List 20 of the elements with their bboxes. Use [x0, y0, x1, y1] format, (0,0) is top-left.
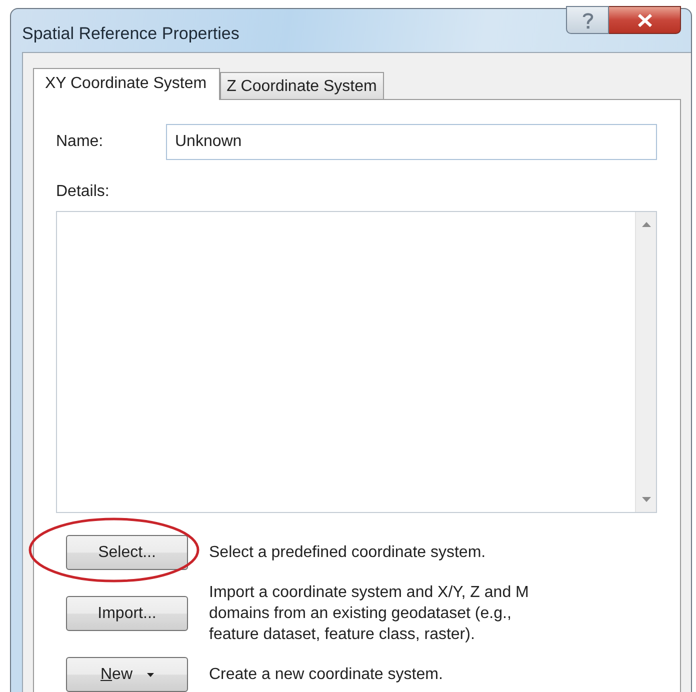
tab[interactable]: Z Coordinate System — [220, 72, 384, 99]
close-button[interactable] — [609, 6, 681, 34]
window-title: Spatial Reference Properties — [22, 24, 240, 44]
help-button[interactable] — [566, 6, 609, 34]
action-button[interactable]: Import... — [66, 596, 188, 631]
close-icon — [636, 14, 652, 26]
details-label: Details: — [56, 183, 110, 201]
new-split-button[interactable]: New — [66, 657, 188, 692]
name-field[interactable]: Unknown — [166, 124, 657, 160]
action-description: Import a coordinate system and X/Y, Z and M domains from an existing geodataset (e.g., feature dataset, feature class, raster). — [209, 583, 530, 645]
question-mark-icon — [582, 12, 594, 28]
scroll-down-icon — [642, 497, 650, 502]
scrollbar[interactable] — [635, 212, 656, 512]
action-button[interactable]: Select... — [66, 535, 188, 570]
action-description: Select a predefined coordinate system. — [209, 543, 487, 563]
name-label: Name: — [56, 132, 104, 150]
tab[interactable]: XY Coordinate System — [33, 68, 220, 100]
action-description: Create a new coordinate system. — [209, 665, 444, 685]
scroll-up-icon — [642, 222, 650, 227]
dropdown-caret-icon — [146, 672, 154, 676]
